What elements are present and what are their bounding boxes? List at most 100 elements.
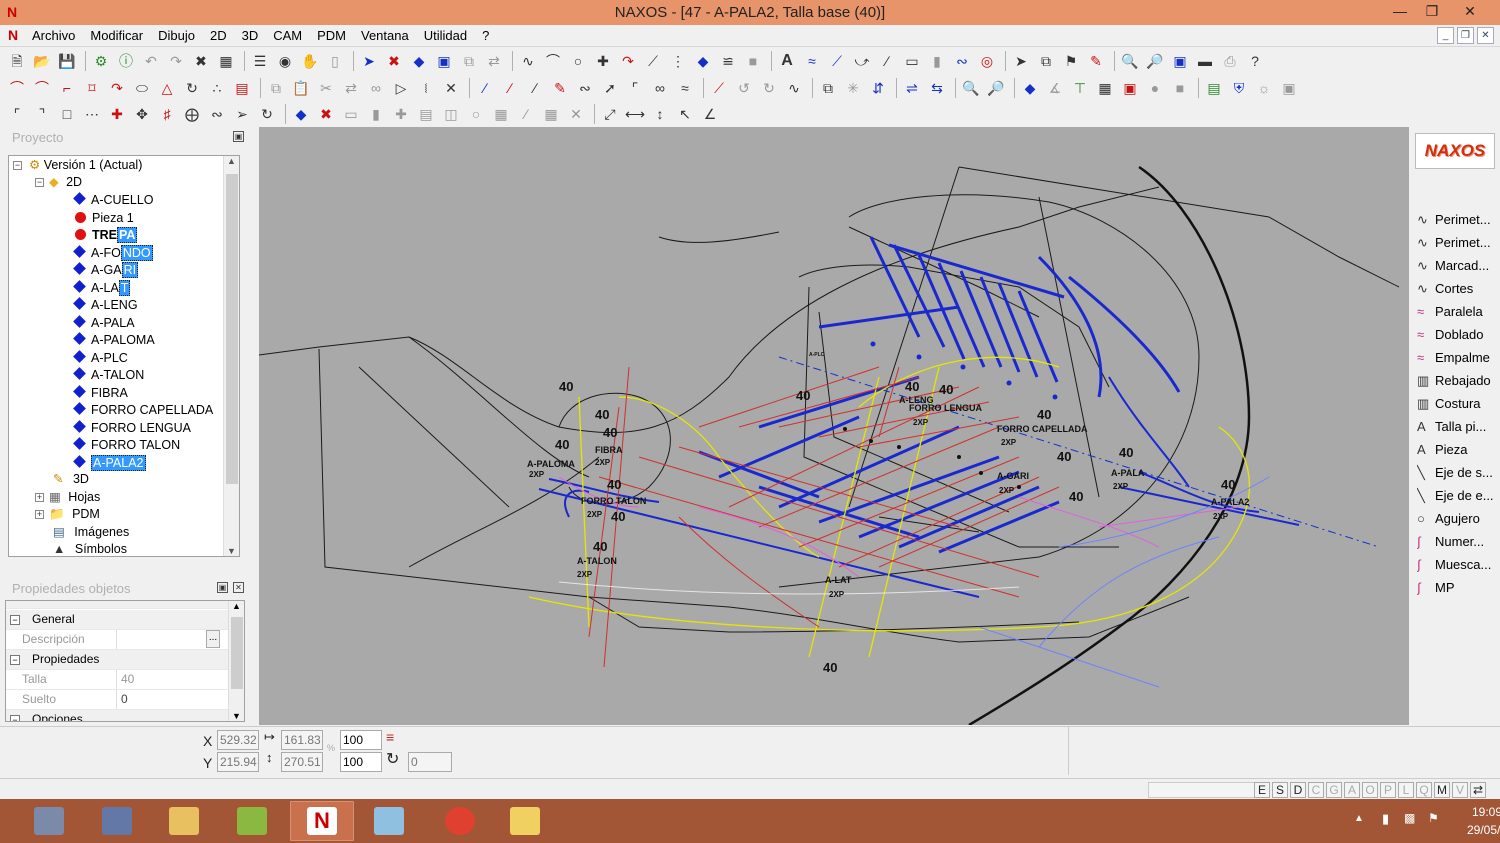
tray-time[interactable]: 19:09 xyxy=(1472,805,1500,819)
tool-item[interactable]: ∫ Muesca... xyxy=(1417,555,1499,575)
plus-icon[interactable]: ⨁ xyxy=(181,103,203,125)
search1-icon[interactable]: 🔍 xyxy=(960,77,982,99)
mdi-close-button[interactable]: ✕ xyxy=(1477,27,1494,44)
split-icon[interactable]: ⟋ xyxy=(708,77,730,99)
eye-icon[interactable]: ☼ xyxy=(1253,77,1275,99)
circle-icon[interactable]: ○ xyxy=(567,50,589,72)
triangle-icon[interactable]: △ xyxy=(156,77,178,99)
tool-item[interactable]: ∿ Cortes xyxy=(1417,279,1499,299)
flip-icon[interactable]: ⇄ xyxy=(483,50,505,72)
hatch-icon[interactable]: ▤ xyxy=(231,77,253,99)
tree-piece[interactable]: A-TALON xyxy=(73,367,144,384)
bend-icon[interactable]: ⤻ xyxy=(851,50,873,72)
y-coord-field[interactable]: 215.94 xyxy=(217,752,259,772)
piece-label[interactable]: A-LAT xyxy=(825,575,852,585)
collapse-icon[interactable]: − xyxy=(10,615,20,625)
tree-scrollbar[interactable]: ▲ ▼ xyxy=(223,156,239,556)
cancel-merge-icon[interactable]: ✖ xyxy=(315,103,337,125)
tree-folder-3d[interactable]: ✎ 3D xyxy=(53,471,89,488)
status-flag[interactable]: D xyxy=(1290,782,1306,798)
mirror-icon[interactable]: ▷ xyxy=(390,77,412,99)
tree-piece[interactable]: FIBRA xyxy=(73,384,128,402)
flags-icon[interactable]: ⚑ xyxy=(1060,50,1082,72)
fade9-icon[interactable]: ▦ xyxy=(540,103,562,125)
menu-dibujo[interactable]: Dibujo xyxy=(158,28,202,43)
menu-cam[interactable]: CAM xyxy=(273,28,309,43)
tool-item[interactable]: A Pieza xyxy=(1417,440,1499,460)
page-icon[interactable]: □ xyxy=(56,103,78,125)
mdi-restore-button[interactable]: ❐ xyxy=(1457,27,1474,44)
zoom-in-icon[interactable]: 🔍 xyxy=(1119,50,1141,72)
status-flag[interactable]: S xyxy=(1272,782,1288,798)
move-piece-icon[interactable]: ➤ xyxy=(358,50,380,72)
hand-icon[interactable]: ✋ xyxy=(299,50,321,72)
open-folder-icon[interactable]: 📂 xyxy=(31,50,53,72)
transfer-icon[interactable]: ⇌ xyxy=(901,77,923,99)
tree-pdm[interactable]: + 📁 PDM xyxy=(35,506,100,523)
collapse-icon[interactable]: − xyxy=(35,178,44,187)
wave-icon[interactable]: ≈ xyxy=(801,50,823,72)
dim-radius-icon[interactable]: ↖ xyxy=(674,103,696,125)
seg2-icon[interactable]: ∕ xyxy=(499,77,521,99)
cluster-icon[interactable]: ∴ xyxy=(206,77,228,99)
angle-field[interactable]: 0 xyxy=(408,752,452,772)
delete-icon[interactable]: ✖ xyxy=(190,50,212,72)
cut-icon[interactable]: ✂ xyxy=(315,77,337,99)
menu-pdm[interactable]: PDM xyxy=(317,28,353,43)
trend-icon[interactable]: ➚ xyxy=(599,77,621,99)
panel-pin-icon[interactable]: ▣ xyxy=(233,131,244,142)
size-label[interactable]: 40 xyxy=(823,660,837,675)
close-button[interactable]: ✕ xyxy=(1450,0,1490,24)
curve-icon[interactable]: ↷ xyxy=(617,50,639,72)
collapse-icon[interactable]: − xyxy=(10,655,20,665)
tree-scroll-thumb[interactable] xyxy=(226,174,238,484)
rotate-icon[interactable]: ↻ xyxy=(386,749,399,769)
tree-folder-2d[interactable]: − ◆ 2D xyxy=(35,174,82,191)
offset-icon[interactable]: ⇄ xyxy=(340,77,362,99)
tree-piece[interactable]: A-CUELLO xyxy=(73,192,154,209)
section-propiedades[interactable]: − Propiedades xyxy=(6,650,228,670)
arc5-icon[interactable]: ↷ xyxy=(106,77,128,99)
size-label[interactable]: 40 xyxy=(603,425,617,440)
loop-icon[interactable]: ∞ xyxy=(649,77,671,99)
tree-piece[interactable]: A-FO NDO xyxy=(73,244,153,262)
scale-y-field[interactable]: 100 xyxy=(340,752,382,772)
measure-icon[interactable]: ∡ xyxy=(1044,77,1066,99)
panel-float-icon[interactable]: ▣ xyxy=(217,582,228,593)
fade1-icon[interactable]: ▭ xyxy=(340,103,362,125)
size-label[interactable]: 40 xyxy=(1119,445,1133,460)
signal-icon[interactable]: ▩ xyxy=(1404,811,1415,825)
tool-item[interactable]: ∫ Numer... xyxy=(1417,532,1499,552)
tool-item[interactable]: ╲ Eje de e... xyxy=(1417,486,1499,506)
seg3-icon[interactable]: ∕ xyxy=(524,77,546,99)
help-icon[interactable]: ? xyxy=(1244,50,1266,72)
status-flag[interactable]: E xyxy=(1254,782,1270,798)
size-label[interactable]: 40 xyxy=(611,509,625,524)
status-flag[interactable]: O xyxy=(1362,782,1378,798)
weave-icon[interactable]: ∾ xyxy=(206,103,228,125)
ellipsis-button[interactable]: ... xyxy=(206,630,220,648)
size-label[interactable]: 40 xyxy=(796,388,810,403)
undo-icon[interactable]: ↶ xyxy=(140,50,162,72)
dim-angle-icon[interactable]: ∠ xyxy=(699,103,721,125)
link-icon[interactable]: ∞ xyxy=(365,77,387,99)
hash-icon[interactable]: ♯ xyxy=(156,103,178,125)
gear-icon[interactable]: ⚙ xyxy=(90,50,112,72)
tool-item[interactable]: ∿ Marcad... xyxy=(1417,256,1499,276)
tool-item[interactable]: ▥ Rebajado xyxy=(1417,371,1499,391)
tree-piece[interactable]: Pieza 1 xyxy=(75,210,134,227)
piece-label[interactable]: A-GARI xyxy=(997,471,1029,481)
size-label[interactable]: 40 xyxy=(1037,407,1051,422)
swap-icon[interactable]: ⇆ xyxy=(926,77,948,99)
tool-item[interactable]: ≈ Paralela xyxy=(1417,302,1499,322)
table-icon[interactable]: ▦ xyxy=(1094,77,1116,99)
zoom-fit-icon[interactable]: ▣ xyxy=(1169,50,1191,72)
arc-icon[interactable]: ⌒ xyxy=(542,50,564,72)
move-icon[interactable]: ✥ xyxy=(131,103,153,125)
marker-icon[interactable]: ◆ xyxy=(692,50,714,72)
line-icon[interactable]: ⟋ xyxy=(642,50,664,72)
tool-item[interactable]: ∿ Perimet... xyxy=(1417,233,1499,253)
size-label[interactable]: 40 xyxy=(555,437,569,452)
window-icon[interactable]: ▣ xyxy=(1119,77,1141,99)
menu-help[interactable]: ? xyxy=(482,28,496,43)
